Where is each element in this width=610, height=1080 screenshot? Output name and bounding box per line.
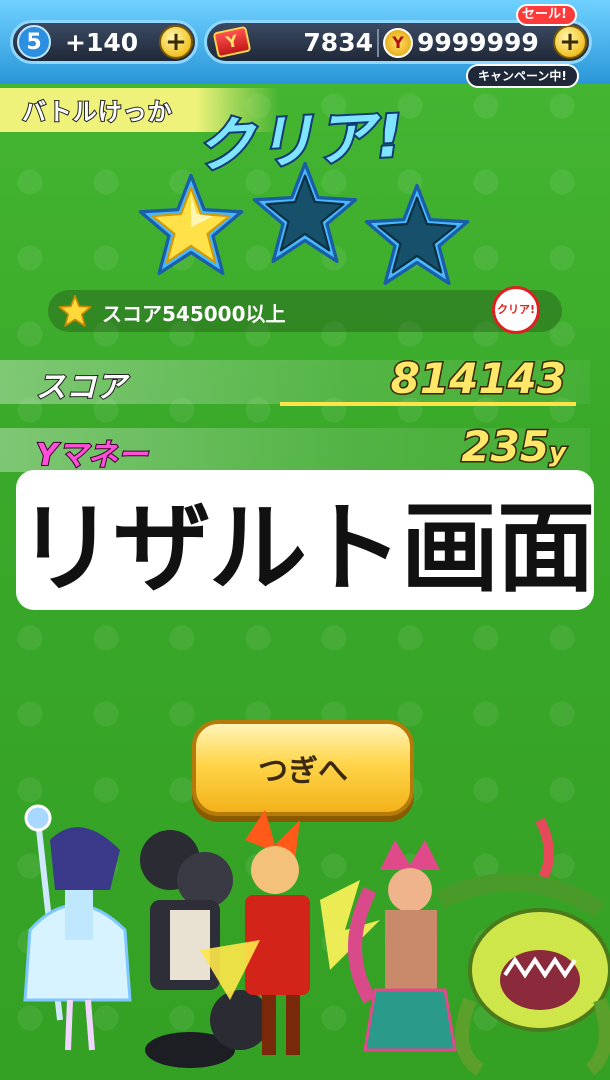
condition-star-icon — [58, 294, 92, 327]
money-icon: Y — [383, 28, 413, 58]
character-lineup — [23, 804, 610, 1076]
money-count: 9999999 — [417, 28, 539, 57]
star-3-icon — [364, 183, 470, 286]
tribal-character — [348, 840, 457, 1052]
money-label: Yマネー — [35, 437, 149, 474]
money-unit: y — [548, 437, 568, 470]
plant-monster-character — [435, 817, 610, 1076]
star-2-icon — [252, 161, 358, 264]
currency-divider — [377, 29, 379, 57]
star-1-icon — [138, 173, 244, 276]
ice-princess-character — [23, 804, 132, 1051]
add-stamina-button[interactable]: + — [159, 25, 193, 59]
score-label: スコア — [35, 369, 127, 406]
ticket-icon: Y — [212, 25, 252, 59]
ticket-count: 7834 — [303, 28, 373, 57]
currency-panel: Y 7834 Y 9999999 + — [204, 20, 592, 64]
money-value-group: 235y — [460, 421, 568, 473]
overlay-caption: リザルト画面 — [16, 492, 595, 606]
level-badge: 5 — [17, 25, 51, 59]
star-rating — [0, 160, 610, 290]
stamina-value: +140 — [65, 28, 139, 57]
score-value: 814143 — [389, 353, 567, 405]
clear-condition-text: スコア545000以上 — [102, 302, 286, 326]
battle-result-label: バトルけっか — [21, 97, 173, 127]
stamina-panel: 5 +140 + — [10, 20, 198, 64]
add-money-button[interactable]: + — [553, 25, 587, 59]
money-value: 235 — [460, 421, 551, 473]
clear-badge: クリア! — [492, 286, 540, 334]
sale-tag[interactable]: セール! — [516, 4, 577, 26]
campaign-tag[interactable]: キャンペーン中! — [466, 64, 579, 88]
